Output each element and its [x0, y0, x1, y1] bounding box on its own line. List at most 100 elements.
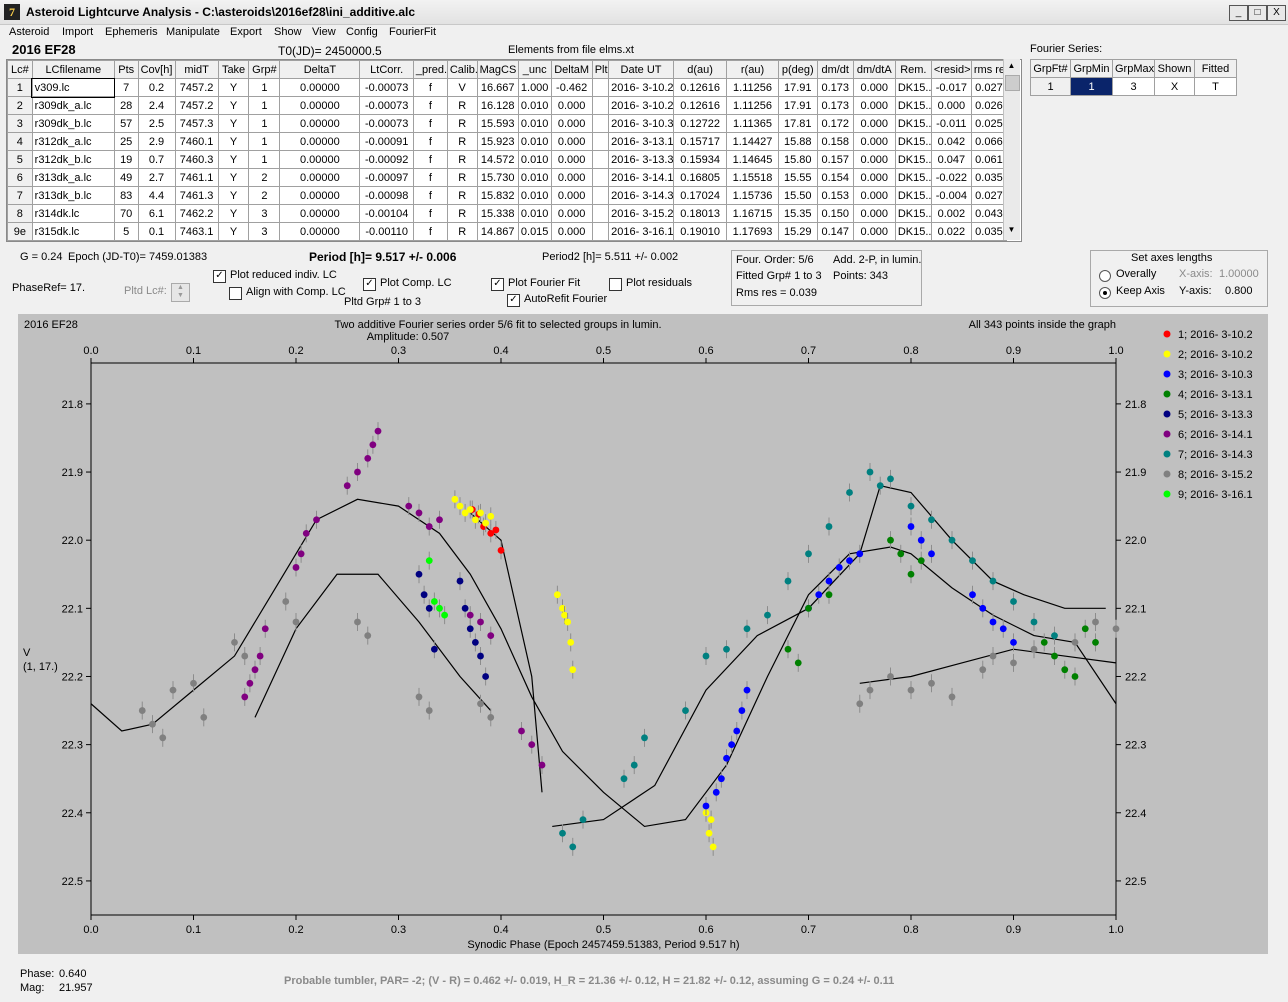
table-cell[interactable]: 0.000 — [550, 132, 593, 151]
table-cell[interactable] — [591, 204, 610, 223]
table-cell[interactable]: 0.000 — [550, 186, 593, 205]
row-header[interactable]: 6 — [7, 168, 33, 187]
table-cell[interactable]: 0.15934 — [672, 150, 728, 169]
table-cell[interactable]: 0.154 — [816, 168, 854, 187]
table-cell[interactable]: 0.000 — [852, 168, 896, 187]
table-cell[interactable]: 49 — [113, 168, 139, 187]
table-cell[interactable]: 15.730 — [476, 168, 519, 187]
table-cell[interactable]: 5 — [113, 222, 139, 241]
align-comp-checkbox[interactable] — [229, 287, 242, 300]
table-cell[interactable]: -0.00073 — [359, 114, 414, 133]
table-cell[interactable]: 7462.2 — [174, 204, 219, 223]
table-cell[interactable]: 0.022 — [930, 222, 972, 241]
row-header[interactable]: 5 — [7, 150, 33, 169]
table-cell[interactable]: 0.000 — [852, 96, 896, 115]
table-cell[interactable]: -0.00097 — [359, 168, 414, 187]
table-cell[interactable]: 1.11256 — [726, 96, 779, 115]
table-cell[interactable]: 7460.3 — [174, 150, 219, 169]
table-cell[interactable]: r309dk_a.lc — [31, 96, 115, 115]
table-cell[interactable]: 0.150 — [816, 204, 854, 223]
table-cell[interactable]: 0.18013 — [672, 204, 728, 223]
table-cell[interactable]: 1.15518 — [726, 168, 779, 187]
col-15[interactable]: Date UT — [608, 60, 674, 79]
fs-cell-grpmin[interactable]: 1 — [1070, 77, 1113, 96]
fs-cell-grpft[interactable]: 1 — [1030, 77, 1071, 96]
table-cell[interactable]: 2.4 — [137, 96, 176, 115]
col-17[interactable]: r(au) — [726, 60, 779, 79]
table-cell[interactable]: 15.923 — [476, 132, 519, 151]
col-18[interactable]: p(deg) — [777, 60, 818, 79]
table-cell[interactable]: 57 — [113, 114, 139, 133]
col-21[interactable]: Rem. — [894, 60, 932, 79]
table-cell[interactable]: 17.81 — [777, 114, 818, 133]
table-cell[interactable]: 1.11365 — [726, 114, 779, 133]
scroll-up-icon[interactable]: ▲ — [1006, 61, 1017, 73]
table-row[interactable]: 1 v309.lc 7 0.2 7457.2 Y 1 0.00000 -0.00073 f V 16.… — [7, 77, 1008, 98]
table-cell[interactable]: 1 — [248, 96, 281, 115]
table-cell[interactable]: f — [412, 150, 448, 169]
table-cell[interactable]: Y — [217, 114, 250, 133]
plot-fourier-checkbox[interactable]: ✓ — [491, 278, 504, 291]
table-cell[interactable]: Y — [217, 132, 250, 151]
table-cell[interactable]: 0.035 — [970, 168, 1008, 187]
table-cell[interactable]: 0.000 — [550, 222, 593, 241]
col-23[interactable]: rms res — [970, 60, 1008, 79]
table-cell[interactable]: r314dk.lc — [31, 204, 115, 223]
table-cell[interactable]: 0.002 — [930, 204, 972, 223]
col-6[interactable]: Grp# — [248, 60, 281, 79]
table-cell[interactable]: 7 — [113, 78, 139, 97]
table-cell[interactable]: 2016- 3-15.2 — [608, 204, 674, 223]
table-cell[interactable]: 0.172 — [816, 114, 854, 133]
table-cell[interactable]: -0.00073 — [359, 78, 414, 97]
table-cell[interactable]: 1.14645 — [726, 150, 779, 169]
table-cell[interactable]: f — [412, 204, 448, 223]
table-cell[interactable]: 0.000 — [852, 150, 896, 169]
col-12[interactable]: _unc — [517, 60, 552, 79]
table-cell[interactable]: 1 — [248, 78, 281, 97]
menu-show[interactable]: Show — [274, 26, 302, 38]
lightcurve-chart[interactable]: 2016 EF28 Two additive Fourier series ord… — [18, 314, 1268, 954]
table-cell[interactable]: 4.4 — [137, 186, 176, 205]
table-cell[interactable]: 15.80 — [777, 150, 818, 169]
table-cell[interactable]: 0.010 — [517, 96, 552, 115]
yaxis-value[interactable]: 0.800 — [1225, 285, 1253, 297]
table-cell[interactable]: 0.2 — [137, 78, 176, 97]
table-cell[interactable]: 0.061 — [970, 150, 1008, 169]
table-cell[interactable]: DK15... — [894, 132, 932, 151]
col-13[interactable]: DeltaM — [550, 60, 593, 79]
close-button[interactable]: X — [1267, 5, 1286, 21]
table-cell[interactable]: r312dk_a.lc — [31, 132, 115, 151]
fs-cell-fitted[interactable]: T — [1194, 77, 1237, 96]
table-cell[interactable]: 17.91 — [777, 96, 818, 115]
table-cell[interactable]: -0.022 — [930, 168, 972, 187]
table-cell[interactable]: 0.00000 — [279, 96, 361, 115]
table-cell[interactable]: 0.025 — [970, 114, 1008, 133]
table-cell[interactable]: 14.867 — [476, 222, 519, 241]
table-cell[interactable]: 1.16715 — [726, 204, 779, 223]
table-cell[interactable]: 0.010 — [517, 204, 552, 223]
table-cell[interactable]: 2.5 — [137, 114, 176, 133]
table-cell[interactable]: 0.000 — [852, 222, 896, 241]
table-cell[interactable]: f — [412, 168, 448, 187]
table-cell[interactable]: -0.00073 — [359, 96, 414, 115]
table-cell[interactable]: 0.173 — [816, 96, 854, 115]
table-cell[interactable]: 15.55 — [777, 168, 818, 187]
table-cell[interactable]: 25 — [113, 132, 139, 151]
table-row[interactable]: 9e r315dk.lc 5 0.1 7463.1 Y 3 0.00000 -0.00110 f R… — [7, 222, 1008, 241]
table-row[interactable]: 5 r312dk_b.lc 19 0.7 7460.3 Y 1 0.00000 -0.00092… — [7, 150, 1008, 169]
table-cell[interactable]: -0.011 — [930, 114, 972, 133]
table-cell[interactable]: 0.157 — [816, 150, 854, 169]
table-cell[interactable]: -0.004 — [930, 186, 972, 205]
table-cell[interactable]: 0.000 — [852, 114, 896, 133]
menu-fourierfit[interactable]: FourierFit — [389, 26, 436, 38]
table-cell[interactable]: Y — [217, 168, 250, 187]
table-cell[interactable]: 0.000 — [550, 114, 593, 133]
plot-comp-checkbox[interactable]: ✓ — [363, 278, 376, 291]
row-header[interactable]: 2 — [7, 96, 33, 115]
table-cell[interactable]: r312dk_b.lc — [31, 150, 115, 169]
table-cell[interactable]: 15.35 — [777, 204, 818, 223]
table-cell[interactable]: R — [446, 150, 478, 169]
table-cell[interactable]: 7457.2 — [174, 96, 219, 115]
table-cell[interactable]: 1.000 — [517, 78, 552, 97]
table-cell[interactable]: DK15... — [894, 150, 932, 169]
